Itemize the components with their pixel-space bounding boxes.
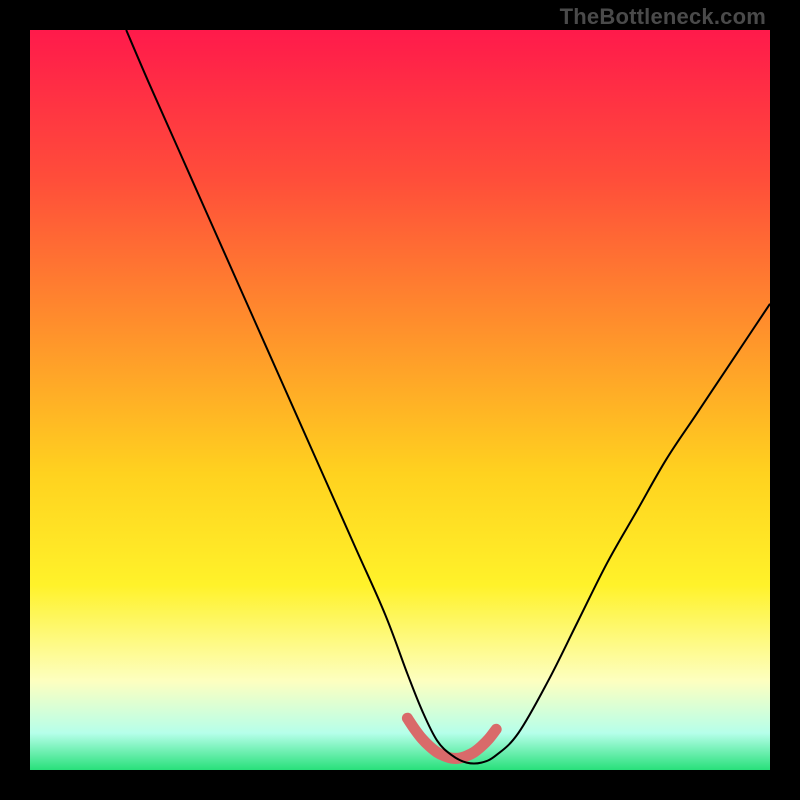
gradient-background [30,30,770,770]
chart-svg [30,30,770,770]
chart-frame [30,30,770,770]
watermark-text: TheBottleneck.com [560,4,766,30]
